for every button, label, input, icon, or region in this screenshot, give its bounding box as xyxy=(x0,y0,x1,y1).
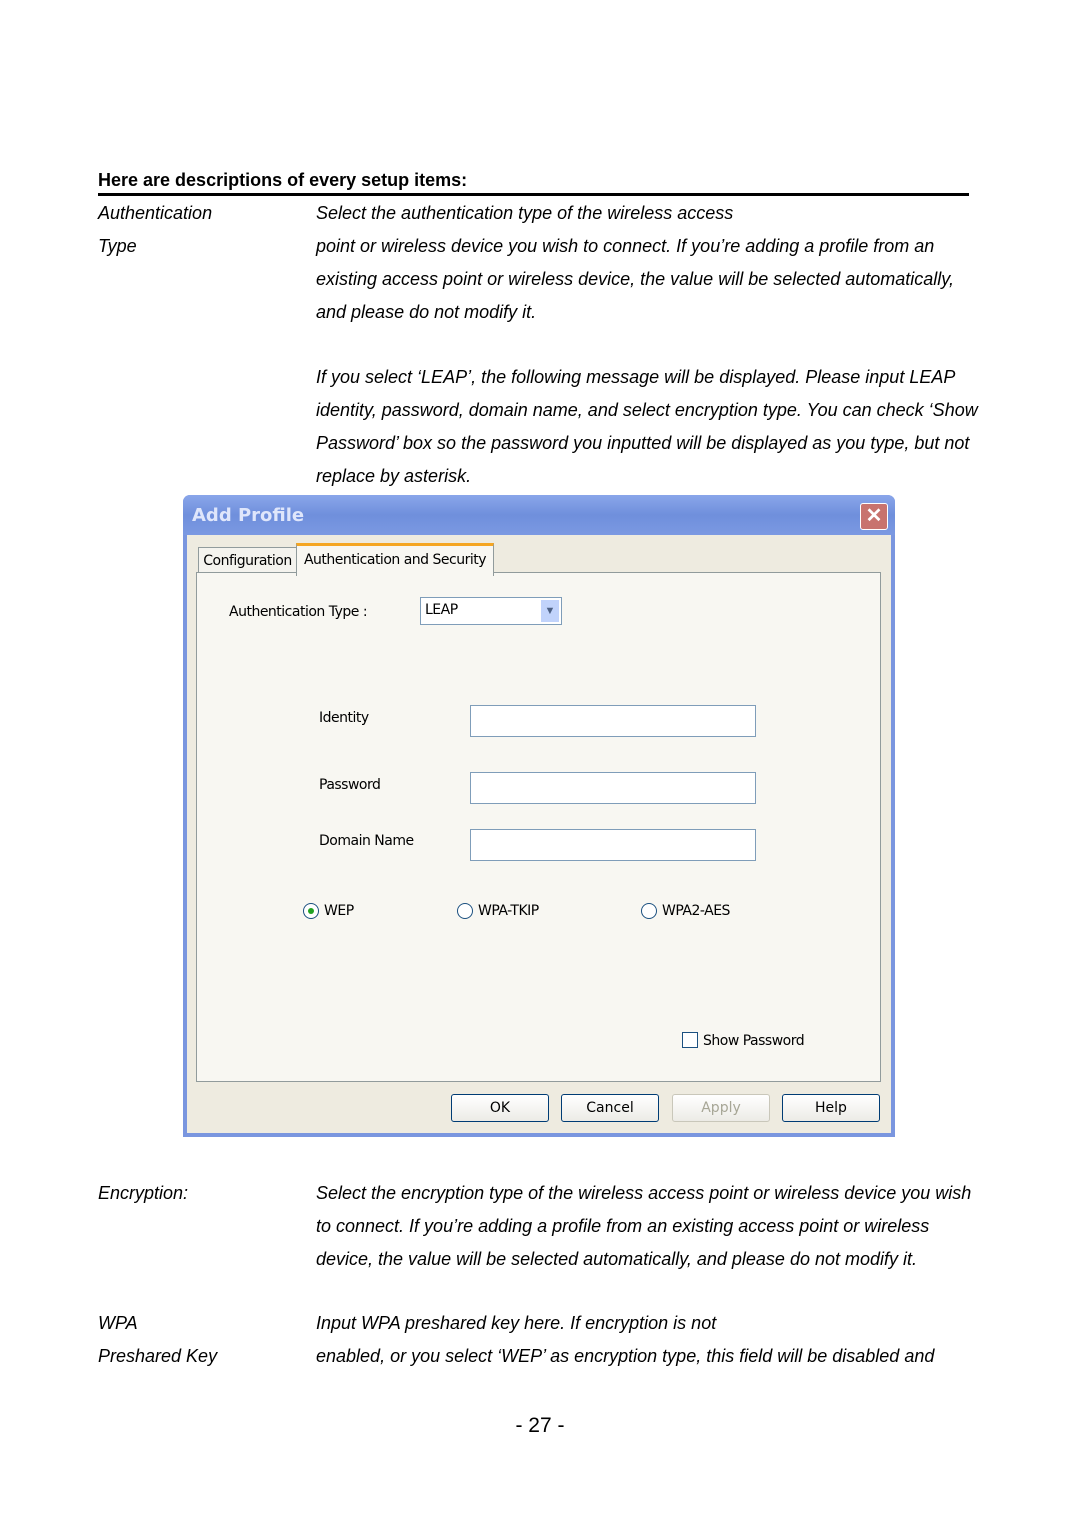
radio-wpa2-aes[interactable] xyxy=(641,903,657,919)
description-line: Select the authentication type of the wi… xyxy=(316,203,734,223)
description-line: point or wireless device you wish to con… xyxy=(316,236,935,256)
term-authentication-type: Authentication xyxy=(98,203,213,223)
show-password-label[interactable]: Show Password xyxy=(703,1033,805,1049)
auth-type-value: LEAP xyxy=(425,602,458,618)
auth-type-label: Authentication Type : xyxy=(229,604,368,620)
domain-name-input[interactable] xyxy=(470,829,756,861)
auth-type-select[interactable]: LEAP ▼ xyxy=(420,597,562,625)
ok-button[interactable]: OK xyxy=(451,1094,549,1122)
page-number: - 27 - xyxy=(515,1414,565,1437)
term-authentication-type-2: Type xyxy=(98,236,137,256)
password-label: Password xyxy=(319,777,381,793)
term-wpa: WPA xyxy=(98,1313,138,1333)
description-line: existing access point or wireless device… xyxy=(316,269,954,289)
radio-wep[interactable] xyxy=(303,903,319,919)
domain-name-label: Domain Name xyxy=(319,833,414,849)
description-line: and please do not modify it. xyxy=(316,302,537,322)
help-button[interactable]: Help xyxy=(782,1094,880,1122)
dialog-title-bar[interactable]: Add Profile ✕ xyxy=(183,495,895,535)
identity-input[interactable] xyxy=(470,705,756,737)
dialog-body: Configuration Authentication Type : LEAP… xyxy=(187,535,891,1133)
description-line: Select the encryption type of the wirele… xyxy=(316,1183,972,1203)
description-line: device, the value will be selected autom… xyxy=(316,1249,918,1269)
identity-label: Identity xyxy=(319,710,369,726)
cancel-button[interactable]: Cancel xyxy=(561,1094,659,1122)
radio-wpa-tkip-label[interactable]: WPA-TKIP xyxy=(478,903,539,919)
description-line: Input WPA preshared key here. If encrypt… xyxy=(316,1313,717,1333)
apply-button[interactable]: Apply xyxy=(672,1094,770,1122)
description-line: Password’ box so the password you inputt… xyxy=(316,433,970,453)
tab-authentication-and-security[interactable]: Authentication and Security xyxy=(296,543,494,576)
chevron-down-icon[interactable]: ▼ xyxy=(541,600,559,622)
radio-wep-label[interactable]: WEP xyxy=(324,903,354,919)
section-heading: Here are descriptions of every setup ite… xyxy=(98,170,468,190)
tab-configuration[interactable]: Configuration xyxy=(198,547,297,572)
radio-wpa2-aes-label[interactable]: WPA2-AES xyxy=(662,903,730,919)
heading-rule xyxy=(98,193,969,196)
term-preshared-key: Preshared Key xyxy=(98,1346,218,1366)
close-icon[interactable]: ✕ xyxy=(860,503,888,530)
add-profile-dialog: Add Profile ✕ Configuration Authenticati… xyxy=(183,495,895,1137)
description-line: to connect. If you’re adding a profile f… xyxy=(316,1216,930,1236)
password-input[interactable] xyxy=(470,772,756,804)
show-password-checkbox[interactable] xyxy=(682,1032,698,1048)
description-line: If you select ‘LEAP’, the following mess… xyxy=(316,367,956,387)
dialog-title: Add Profile xyxy=(192,505,305,526)
term-encryption: Encryption: xyxy=(98,1183,189,1203)
description-line: replace by asterisk. xyxy=(316,466,472,486)
document-page: Here are descriptions of every setup ite… xyxy=(0,0,1080,1528)
radio-wpa-tkip[interactable] xyxy=(457,903,473,919)
description-line: enabled, or you select ‘WEP’ as encrypti… xyxy=(316,1346,935,1366)
tab-panel: Authentication Type : LEAP ▼ Identity Pa… xyxy=(196,572,881,1082)
description-line: identity, password, domain name, and sel… xyxy=(316,400,978,420)
